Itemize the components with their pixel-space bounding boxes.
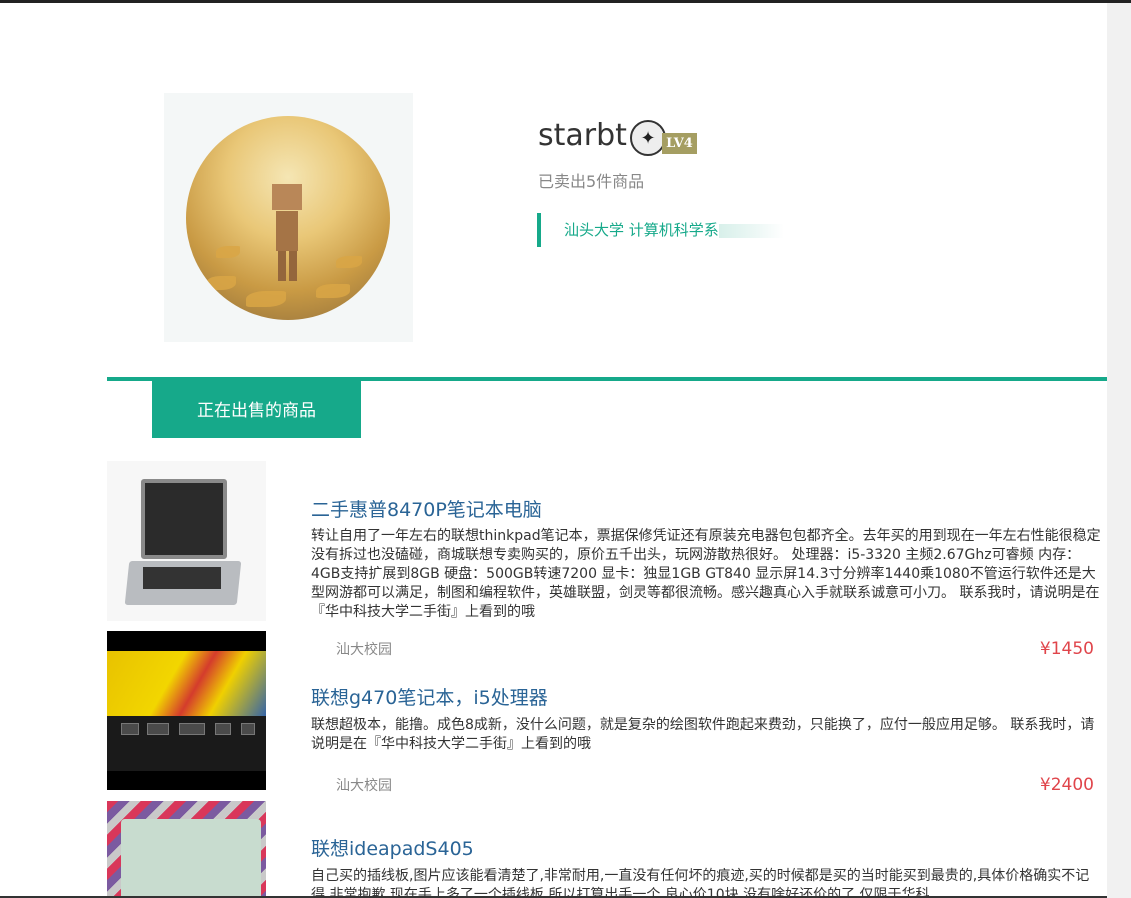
- level-badge: ✦ LV4: [630, 120, 698, 156]
- username: starbt: [538, 118, 627, 153]
- item-price: ¥2400: [1039, 775, 1094, 795]
- item-location: 汕大校园: [336, 778, 392, 794]
- school-info: 汕头大学 计算机科学系: [537, 213, 784, 247]
- item-title[interactable]: 二手惠普8470P笔记本电脑: [311, 495, 542, 522]
- item-thumbnail[interactable]: [107, 631, 266, 790]
- item-title[interactable]: 联想g470笔记本，i5处理器: [311, 683, 548, 710]
- level-label: LV4: [662, 133, 697, 154]
- item-description: 转让自用了一年左右的联想thinkpad笔记本，票据保修凭证还有原装充电器包包都…: [311, 528, 1101, 620]
- redacted-text: [718, 223, 784, 238]
- list-item[interactable]: 联想ideapadS405 自己买的插线板,图片应该能看清楚了,非常耐用,一直没…: [107, 801, 1107, 898]
- eagle-emblem-icon: ✦: [630, 120, 666, 156]
- sold-count: 已卖出5件商品: [538, 172, 645, 191]
- item-description: 联想超极本，能撸。成色8成新，没什么问题，就是复杂的绘图软件跑起来费劲，只能换了…: [311, 717, 1095, 752]
- top-border: [0, 0, 1131, 3]
- avatar-container: [164, 93, 413, 342]
- school-name: 汕头大学 计算机科学系: [564, 221, 719, 239]
- item-thumbnail[interactable]: [107, 801, 266, 898]
- list-item[interactable]: 联想g470笔记本，i5处理器 联想超极本，能撸。成色8成新，没什么问题，就是复…: [107, 631, 1107, 799]
- item-thumbnail[interactable]: [107, 461, 266, 621]
- item-title[interactable]: 联想ideapadS405: [311, 834, 474, 861]
- item-description: 自己买的插线板,图片应该能看清楚了,非常耐用,一直没有任何坏的痕迹,买的时候都是…: [311, 868, 1090, 898]
- scrollbar[interactable]: [1107, 3, 1131, 898]
- tab-on-sale[interactable]: 正在出售的商品: [152, 381, 361, 438]
- avatar[interactable]: [186, 116, 390, 320]
- list-item[interactable]: 二手惠普8470P笔记本电脑 转让自用了一年左右的联想thinkpad笔记本，票…: [107, 461, 1107, 659]
